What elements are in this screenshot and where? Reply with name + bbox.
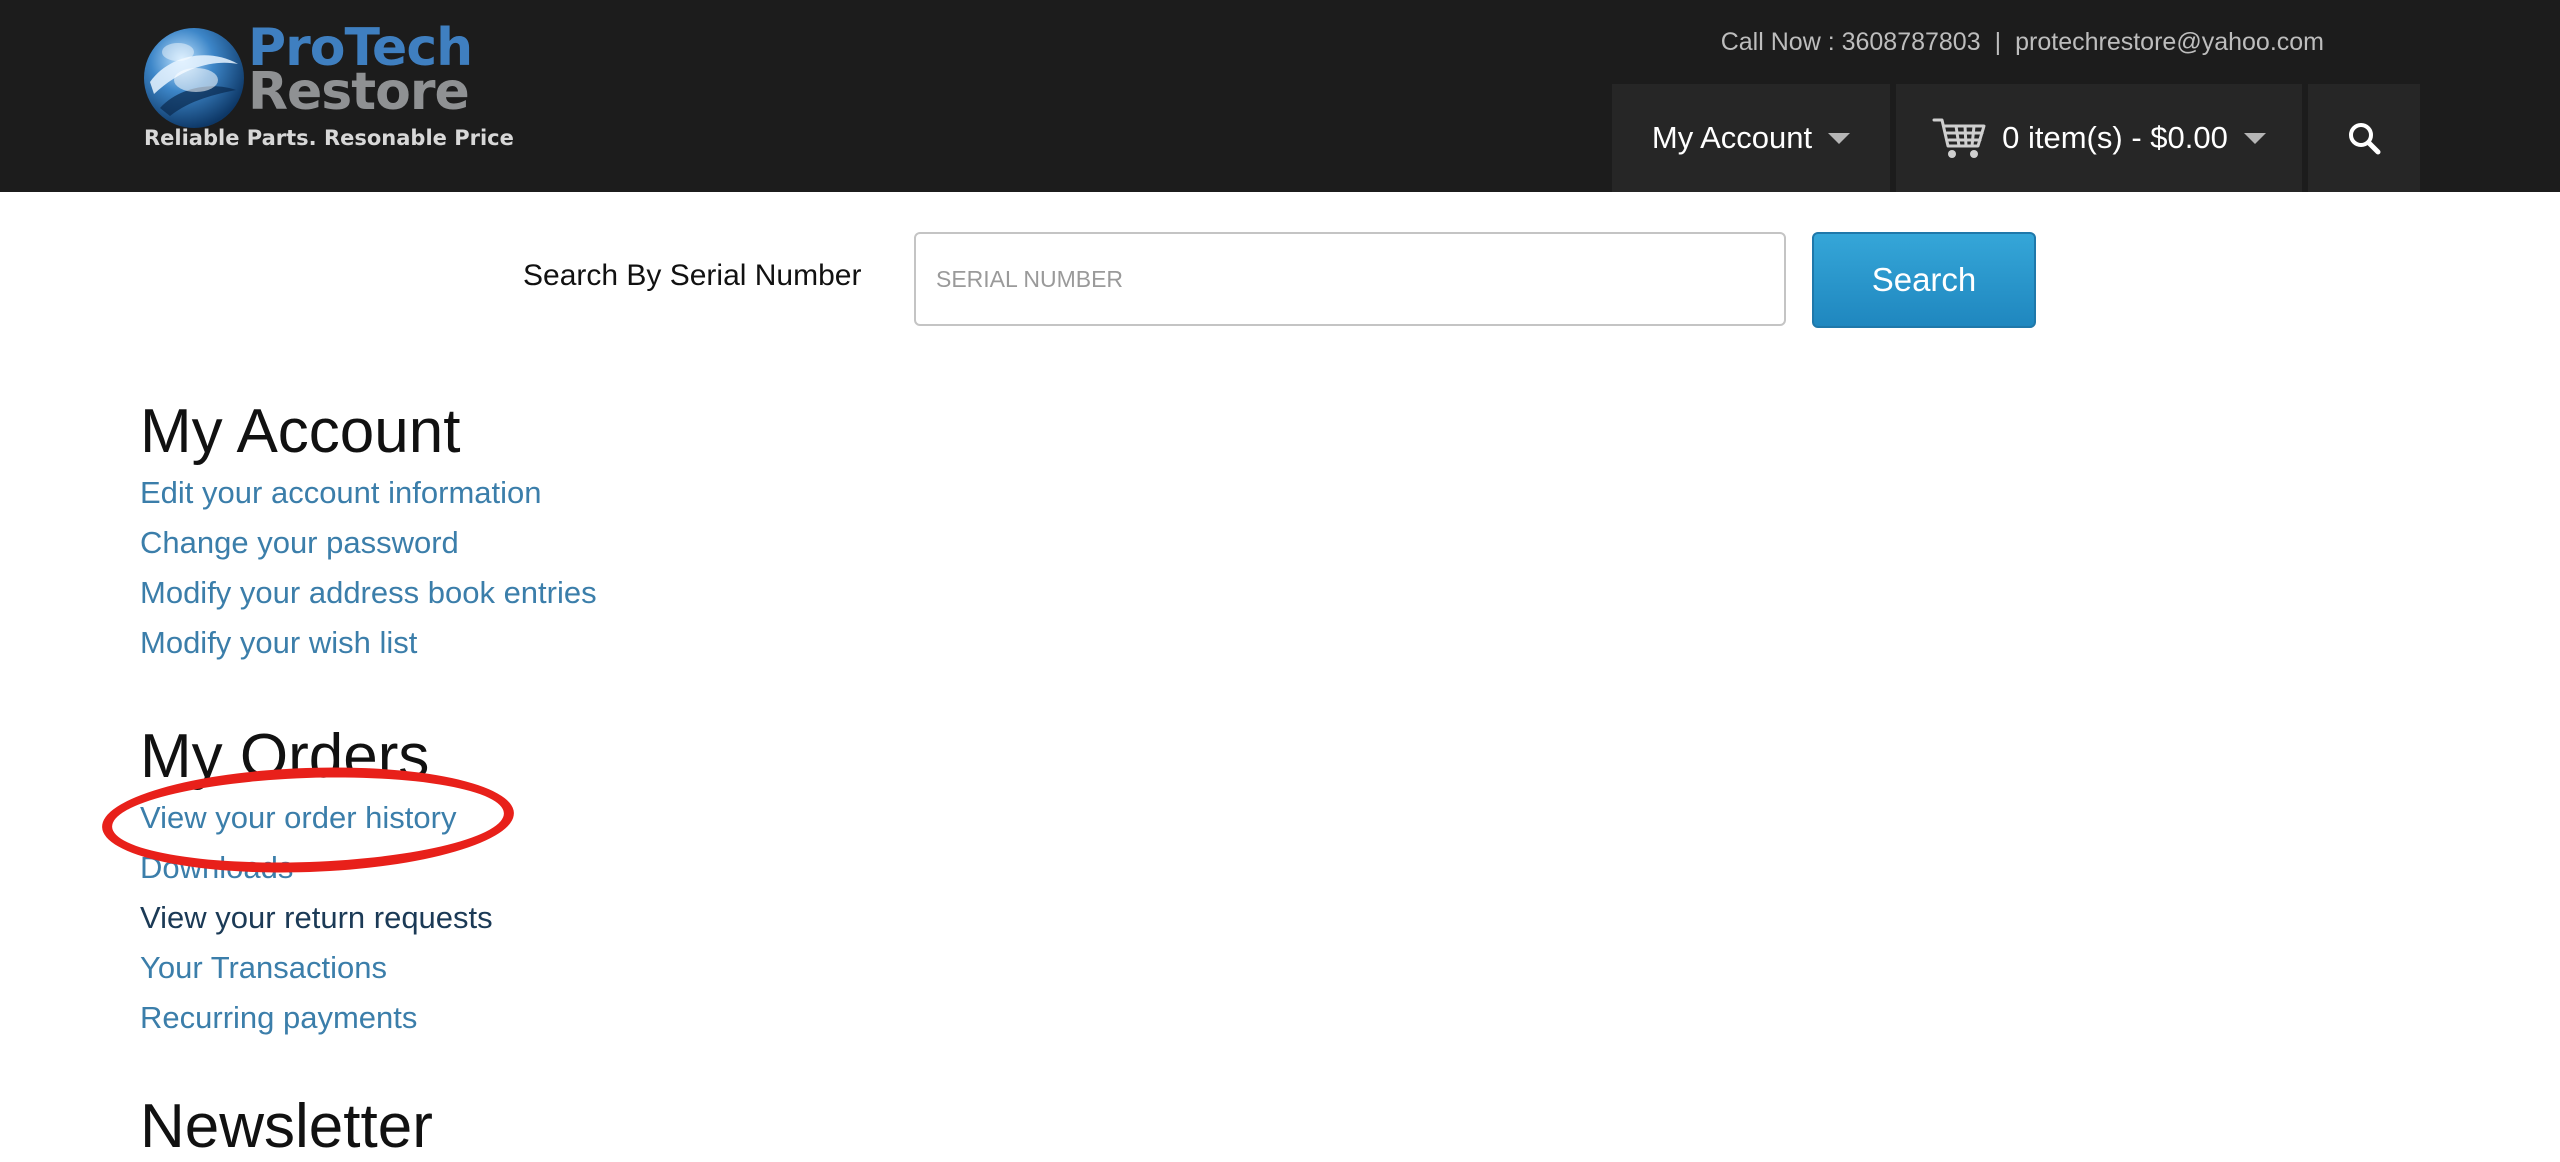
return-requests-link[interactable]: View your return requests — [140, 900, 493, 935]
newsletter-heading: Newsletter — [140, 1092, 433, 1161]
order-links: View your order history Downloads View y… — [140, 793, 493, 1043]
serial-search-button[interactable]: Search — [1812, 232, 2036, 328]
recurring-payments-link[interactable]: Recurring payments — [140, 1000, 417, 1035]
shopping-cart-icon — [1932, 118, 1986, 158]
serial-search-label: Search By Serial Number — [523, 259, 862, 292]
cart-dropdown[interactable]: 0 item(s) - $0.00 — [1896, 84, 2302, 192]
wish-list-link[interactable]: Modify your wish list — [140, 625, 417, 660]
list-item: Change your password — [140, 518, 597, 568]
serial-number-input[interactable] — [914, 232, 1786, 326]
cart-summary: 0 item(s) - $0.00 — [2002, 120, 2228, 155]
contact-email[interactable]: protechrestore@yahoo.com — [2015, 28, 2324, 56]
transactions-link[interactable]: Your Transactions — [140, 950, 387, 985]
list-item: Downloads — [140, 843, 493, 893]
list-item: View your return requests — [140, 893, 493, 943]
search-icon — [2349, 123, 2381, 155]
my-orders-heading: My Orders — [140, 722, 430, 791]
contact-separator: | — [1994, 28, 2002, 56]
my-account-label: My Account — [1651, 120, 1813, 155]
my-account-heading: My Account — [140, 397, 461, 466]
list-item: Edit your account information — [140, 468, 597, 518]
change-password-link[interactable]: Change your password — [140, 525, 459, 560]
downloads-link[interactable]: Downloads — [140, 850, 293, 885]
list-item: Modify your wish list — [140, 618, 597, 668]
contact-line: Call Now : 3608787803 | protechrestore@yah… — [1721, 28, 2324, 57]
account-links: Edit your account information Change you… — [140, 468, 597, 668]
globe-logo-icon — [144, 28, 244, 128]
chevron-down-icon — [1828, 132, 1851, 144]
logo-tagline: Reliable Parts. Resonable Price — [144, 126, 514, 150]
list-item: View your order history — [140, 793, 493, 843]
phone-number: Call Now : 3608787803 — [1720, 28, 1981, 56]
order-history-link[interactable]: View your order history — [140, 800, 456, 835]
list-item: Recurring payments — [140, 993, 493, 1043]
list-item: Your Transactions — [140, 943, 493, 993]
logo-wordmark: ProTech Restore — [248, 22, 473, 122]
edit-account-link[interactable]: Edit your account information — [140, 475, 542, 510]
site-header: ProTech Restore Reliable Parts. Resonabl… — [0, 0, 2560, 192]
logo-line2: Restore — [248, 62, 470, 122]
header-search-button[interactable] — [2308, 84, 2420, 192]
my-account-dropdown[interactable]: My Account — [1612, 84, 1890, 192]
address-book-link[interactable]: Modify your address book entries — [140, 575, 597, 610]
site-logo[interactable]: ProTech Restore Reliable Parts. Resonabl… — [138, 20, 514, 160]
list-item: Modify your address book entries — [140, 568, 597, 618]
chevron-down-icon — [2243, 132, 2266, 144]
